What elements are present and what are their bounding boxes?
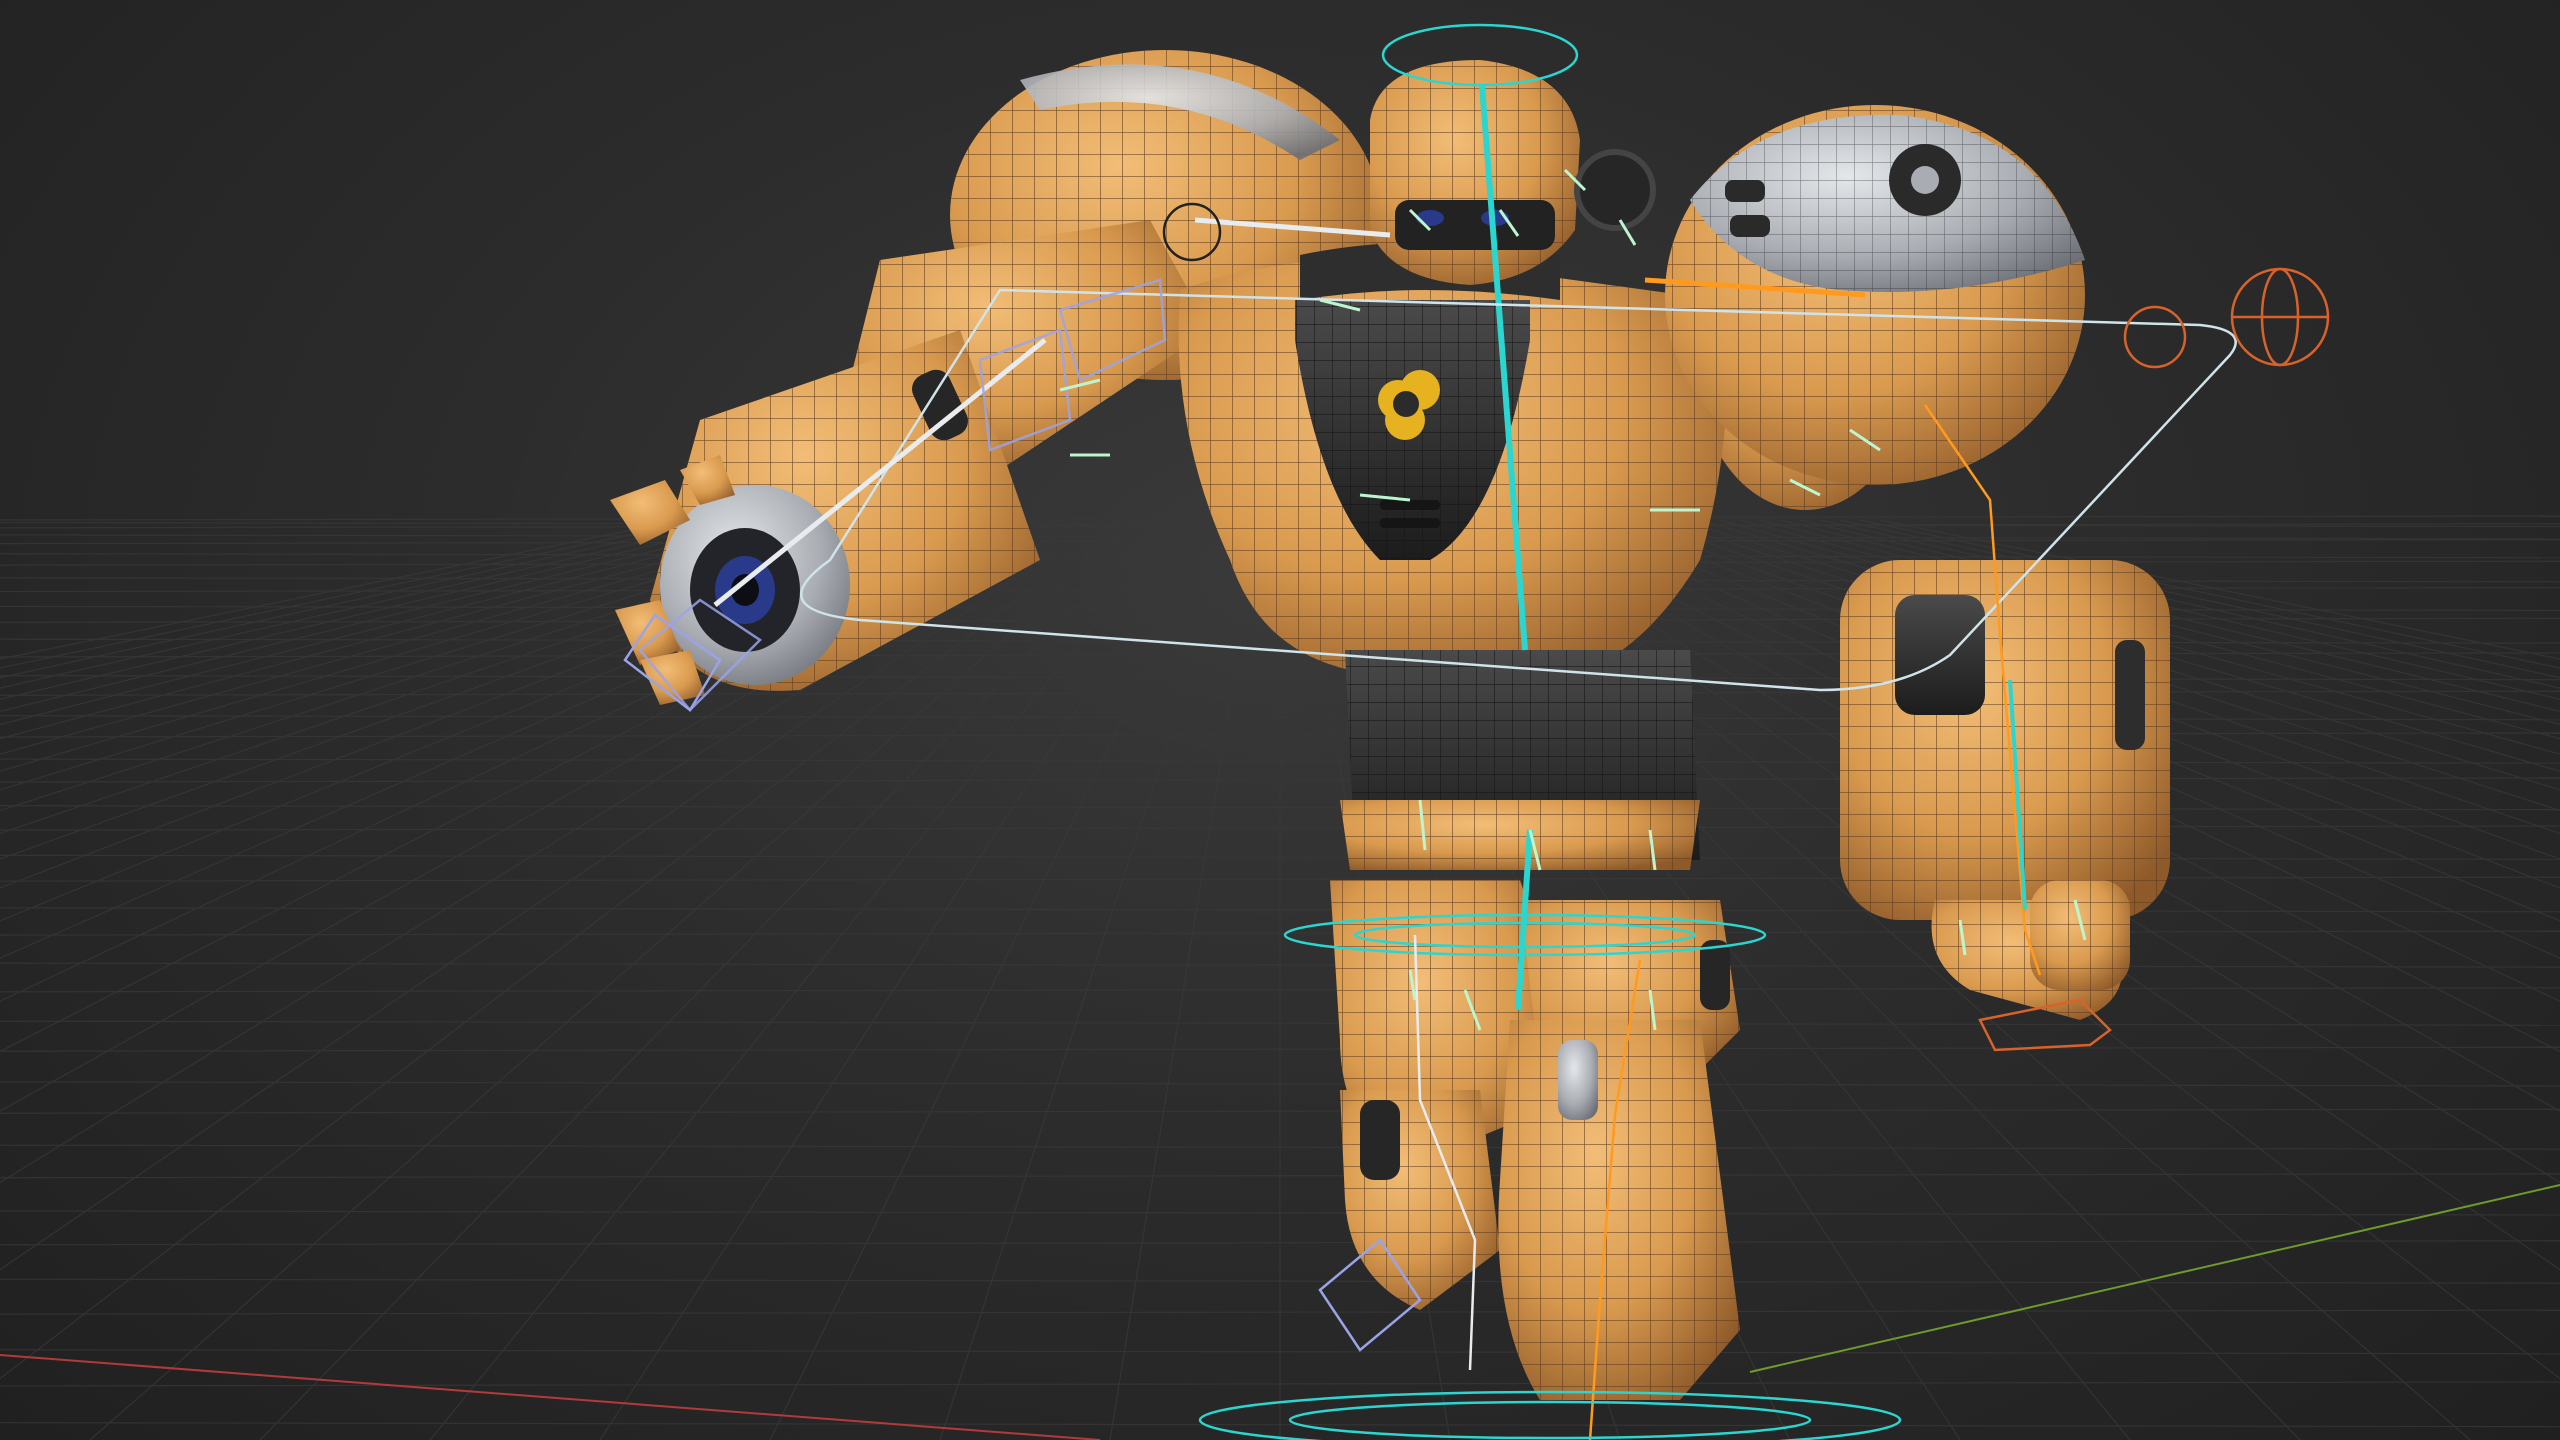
grid-line bbox=[939, 519, 1241, 1440]
grid-line bbox=[0, 519, 741, 689]
waist bbox=[1340, 650, 1700, 870]
grid-line bbox=[89, 519, 1141, 1440]
grid-line bbox=[0, 519, 1021, 1002]
3d-viewport[interactable] bbox=[0, 0, 2560, 1440]
right-shoulder bbox=[1665, 105, 2085, 485]
shoulder-logo-icon bbox=[1889, 144, 1961, 216]
grid-line bbox=[0, 519, 1061, 1112]
grid-line bbox=[0, 519, 1121, 1380]
grid-line bbox=[0, 519, 1101, 1271]
legs bbox=[1330, 880, 1740, 1400]
root-control-ellipse-inner[interactable] bbox=[1288, 1400, 1812, 1440]
scene-canvas[interactable] bbox=[0, 0, 2560, 1440]
grid-line bbox=[1109, 519, 1261, 1440]
grid-line bbox=[0, 519, 1081, 1184]
right-elbow-pole-target[interactable] bbox=[2123, 305, 2187, 369]
y-axis-line bbox=[1749, 1184, 2560, 1373]
grid-line bbox=[0, 519, 681, 660]
grid-line bbox=[0, 519, 701, 669]
grid-line bbox=[0, 519, 721, 679]
floor-grid bbox=[0, 515, 2560, 1440]
head bbox=[1370, 60, 1656, 285]
x-axis-line bbox=[0, 1354, 1101, 1440]
robot-mesh[interactable] bbox=[610, 50, 2170, 1400]
